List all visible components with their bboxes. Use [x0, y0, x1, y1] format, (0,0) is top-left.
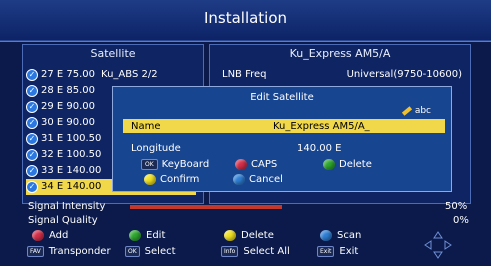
satellite-name: Ku_ABS 2/2 — [101, 69, 158, 80]
checkmark-icon: ✓ — [26, 69, 38, 81]
red-button-icon — [235, 159, 247, 170]
confirm-label: Confirm — [160, 174, 200, 185]
satellite-label: 33 E 140.00 — [41, 165, 102, 176]
exit-key-icon: Exit — [317, 246, 335, 257]
lnb-freq-label: LNB Freq — [222, 69, 267, 80]
scan-hint[interactable]: Scan — [320, 230, 361, 241]
longitude-value: 140.00 E — [297, 143, 342, 154]
cancel-hint[interactable]: Cancel — [233, 174, 283, 185]
satellite-label: 31 E 100.50 — [41, 133, 102, 144]
satellite-label: 29 E 90.00 — [41, 101, 96, 112]
delete-hint[interactable]: Delete — [224, 230, 274, 241]
satellite-item[interactable]: ✓ 27 E 75.00 Ku_ABS 2/2 — [26, 67, 196, 83]
pencil-icon — [401, 106, 412, 116]
yellow-button-icon — [224, 230, 236, 241]
transponder-label: Transponder — [48, 246, 111, 257]
keyboard-label: KeyBoard — [161, 159, 210, 170]
delete-label: Delete — [241, 230, 274, 241]
checkmark-icon: ✓ — [26, 117, 38, 129]
navigation-arrows-icon — [424, 231, 452, 259]
signal-quality-value: 0% — [453, 215, 469, 226]
checkmark-icon: ✓ — [26, 149, 38, 161]
signal-intensity-label: Signal Intensity — [28, 201, 106, 212]
satellite-label: 27 E 75.00 — [41, 69, 96, 80]
caps-label: CAPS — [251, 159, 278, 170]
red-button-icon — [32, 230, 44, 241]
header-divider — [0, 40, 491, 41]
edit-hint[interactable]: Edit — [129, 230, 165, 241]
satellite-label: 34 E 140.00 — [41, 181, 102, 192]
delete-label: Delete — [339, 159, 372, 170]
lnb-freq-row[interactable]: LNB Freq Universal(9750-10600) — [222, 69, 462, 80]
signal-intensity-bar — [130, 205, 282, 209]
page-title: Installation — [203, 9, 288, 27]
longitude-label: Longitude — [131, 143, 181, 154]
name-value: Ku_Express AM5/A_ — [273, 120, 370, 132]
header-bar: Installation — [0, 0, 491, 42]
ok-key-icon: OK — [141, 159, 158, 170]
edit-satellite-dialog: Edit Satellite abc Name Ku_Express AM5/A… — [112, 86, 452, 192]
satellite-detail-title: Ku_Express AM5/A — [289, 47, 391, 60]
scan-label: Scan — [337, 230, 362, 241]
transponder-hint[interactable]: FAV Transponder — [27, 246, 111, 257]
delete-hint[interactable]: Delete — [323, 159, 372, 170]
checkmark-icon: ✓ — [26, 165, 38, 177]
select-hint[interactable]: OK Select — [125, 246, 176, 257]
checkmark-icon: ✓ — [26, 181, 38, 193]
exit-hint[interactable]: Exit Exit — [317, 246, 358, 257]
yellow-button-icon — [144, 174, 156, 185]
add-hint[interactable]: Add — [32, 230, 68, 241]
ok-key-icon: OK — [125, 246, 140, 257]
select-label: Select — [144, 246, 176, 257]
name-field[interactable]: Name Ku_Express AM5/A_ — [123, 119, 445, 133]
satellite-label: 28 E 85.00 — [41, 85, 96, 96]
input-mode-indicator: abc — [401, 106, 431, 116]
checkmark-icon: ✓ — [26, 85, 38, 97]
longitude-row[interactable]: Longitude 140.00 E — [131, 143, 431, 154]
checkmark-icon: ✓ — [26, 133, 38, 145]
add-label: Add — [49, 230, 69, 241]
blue-button-icon — [233, 174, 245, 185]
input-mode-label: abc — [414, 106, 431, 116]
checkmark-icon: ✓ — [26, 101, 38, 113]
satellite-panel-title: Satellite — [90, 47, 136, 60]
select-all-label: Select All — [243, 246, 290, 257]
green-button-icon — [323, 159, 335, 170]
green-button-icon — [129, 230, 141, 241]
dialog-title: Edit Satellite — [250, 92, 314, 103]
select-all-hint[interactable]: Info Select All — [221, 246, 290, 257]
cancel-label: Cancel — [249, 174, 283, 185]
caps-hint[interactable]: CAPS — [235, 159, 277, 170]
name-label: Name — [131, 120, 161, 132]
edit-label: Edit — [146, 230, 166, 241]
satellite-label: 32 E 100.50 — [41, 149, 102, 160]
lnb-freq-value: Universal(9750-10600) — [346, 69, 462, 80]
satellite-label: 30 E 90.00 — [41, 117, 96, 128]
info-key-icon: Info — [221, 246, 239, 257]
fav-key-icon: FAV — [27, 246, 44, 257]
confirm-hint[interactable]: Confirm — [144, 174, 199, 185]
keyboard-hint[interactable]: OK KeyBoard — [141, 159, 209, 170]
exit-label: Exit — [339, 246, 359, 257]
signal-quality-label: Signal Quality — [28, 215, 98, 226]
blue-button-icon — [320, 230, 332, 241]
signal-intensity-value: 50% — [445, 201, 468, 212]
